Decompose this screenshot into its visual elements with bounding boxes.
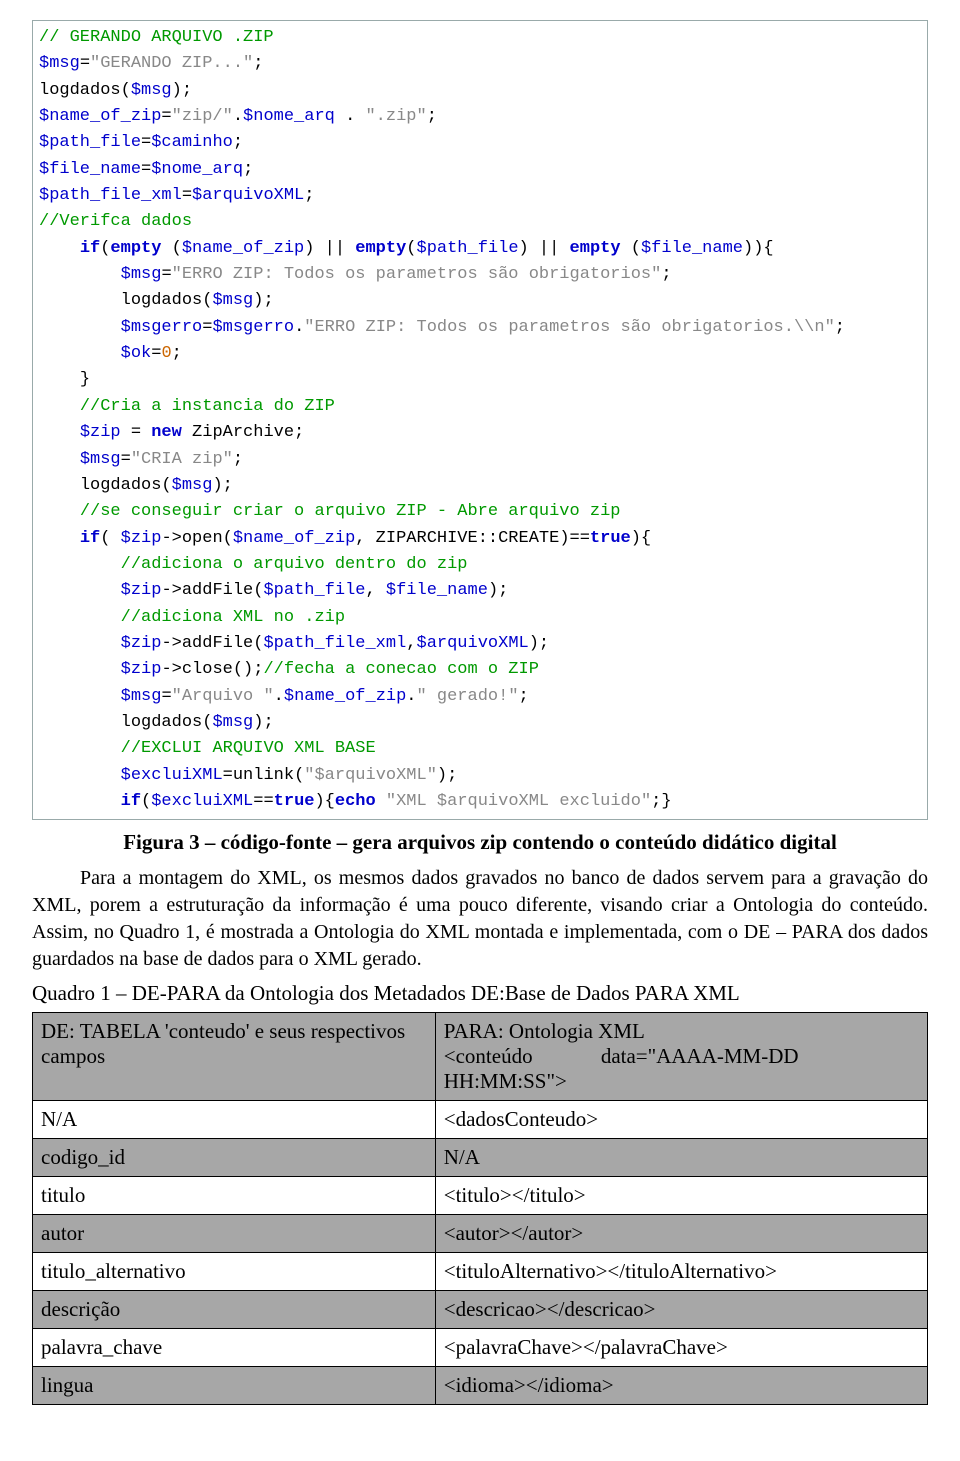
body-paragraph: Para a montagem do XML, os mesmos dados … bbox=[32, 865, 928, 973]
table-row: palavra_chave<palavraChave></palavraChav… bbox=[33, 1329, 928, 1367]
table-cell-right: N/A bbox=[435, 1139, 927, 1177]
table-cell-right: <titulo></titulo> bbox=[435, 1177, 927, 1215]
table-cell-left: titulo_alternativo bbox=[33, 1253, 436, 1291]
table-cell-right: <idioma></idioma> bbox=[435, 1367, 927, 1405]
table-cell-left: autor bbox=[33, 1215, 436, 1253]
code-block: // GERANDO ARQUIVO .ZIP $msg="GERANDO ZI… bbox=[32, 20, 928, 820]
table-row: codigo_idN/A bbox=[33, 1139, 928, 1177]
ontology-table-body: DE: TABELA 'conteudo' e seus respectivos… bbox=[33, 1013, 928, 1405]
table-cell-right: <tituloAlternativo></tituloAlternativo> bbox=[435, 1253, 927, 1291]
table-cell-left: codigo_id bbox=[33, 1139, 436, 1177]
table-row: DE: TABELA 'conteudo' e seus respectivos… bbox=[33, 1013, 928, 1101]
table-row: descrição<descricao></descricao> bbox=[33, 1291, 928, 1329]
table-cell-right: PARA: Ontologia XML<conteúdo data="AAAA-… bbox=[435, 1013, 927, 1101]
table-cell-left: DE: TABELA 'conteudo' e seus respectivos… bbox=[33, 1013, 436, 1101]
table-title: Quadro 1 – DE-PARA da Ontologia dos Meta… bbox=[32, 981, 928, 1006]
table-cell-left: N/A bbox=[33, 1101, 436, 1139]
table-row: autor<autor></autor> bbox=[33, 1215, 928, 1253]
table-row: titulo<titulo></titulo> bbox=[33, 1177, 928, 1215]
table-cell-right: <autor></autor> bbox=[435, 1215, 927, 1253]
table-row: N/A<dadosConteudo> bbox=[33, 1101, 928, 1139]
table-cell-right: <dadosConteudo> bbox=[435, 1101, 927, 1139]
table-cell-left: lingua bbox=[33, 1367, 436, 1405]
table-cell-left: descrição bbox=[33, 1291, 436, 1329]
table-cell-left: titulo bbox=[33, 1177, 436, 1215]
table-cell-right: <palavraChave></palavraChave> bbox=[435, 1329, 927, 1367]
table-cell-right: <descricao></descricao> bbox=[435, 1291, 927, 1329]
ontology-table: DE: TABELA 'conteudo' e seus respectivos… bbox=[32, 1012, 928, 1405]
figure-caption: Figura 3 – código-fonte – gera arquivos … bbox=[32, 830, 928, 855]
table-row: titulo_alternativo<tituloAlternativo></t… bbox=[33, 1253, 928, 1291]
table-cell-left: palavra_chave bbox=[33, 1329, 436, 1367]
table-row: lingua<idioma></idioma> bbox=[33, 1367, 928, 1405]
